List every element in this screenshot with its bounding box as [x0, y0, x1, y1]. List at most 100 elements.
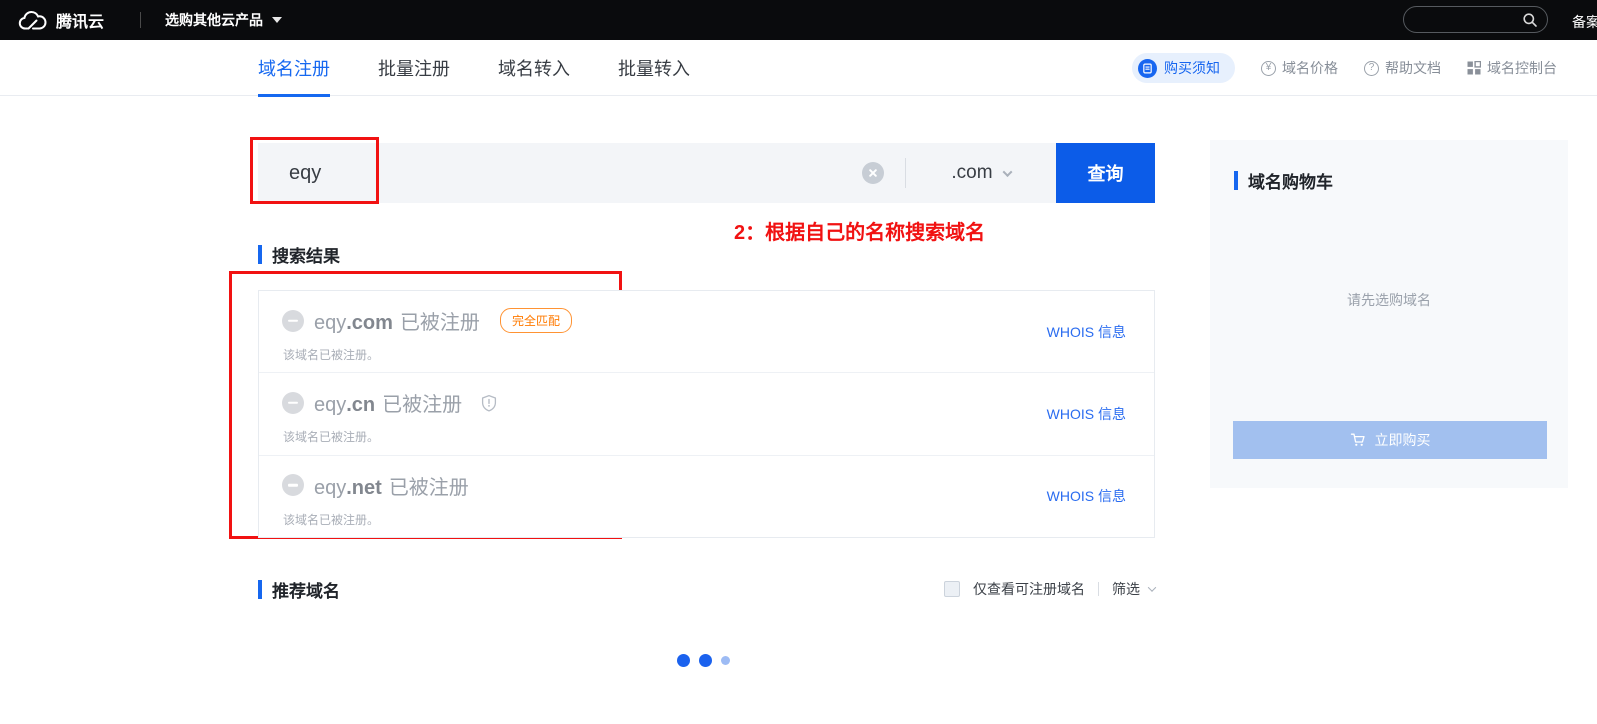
title-accent-bar	[1234, 171, 1238, 190]
brand-logo[interactable]: 腾讯云	[18, 8, 104, 32]
topbar-search[interactable]	[1403, 6, 1548, 33]
tab-domain-register[interactable]: 域名注册	[258, 40, 330, 96]
domain-name: eqy	[314, 312, 346, 334]
domain-search-input[interactable]	[258, 143, 862, 203]
loading-dot	[699, 654, 712, 667]
recommend-title-text: 推荐域名	[272, 577, 340, 602]
registrable-only-label: 仅查看可注册域名	[973, 579, 1085, 599]
domain-console-link[interactable]: 域名控制台	[1467, 58, 1557, 78]
whois-link[interactable]: WHOIS 信息	[1047, 404, 1126, 424]
question-circle-icon: ?	[1364, 61, 1379, 76]
document-icon	[1138, 59, 1157, 78]
topbar-divider	[140, 12, 141, 28]
loading-dot	[721, 656, 730, 665]
exact-match-badge: 完全匹配	[500, 308, 572, 333]
shield-info-icon	[480, 394, 498, 412]
cart-title: 域名购物车	[1234, 168, 1333, 193]
filter-divider	[1098, 582, 1099, 596]
domain-price-link[interactable]: ¥ 域名价格	[1261, 58, 1338, 78]
chevron-down-icon	[1148, 583, 1156, 591]
grid-icon	[1467, 61, 1481, 75]
registrable-only-checkbox[interactable]	[944, 581, 960, 597]
domain-title: eqy.com 已被注册	[314, 306, 480, 335]
domain-name: eqy	[314, 394, 346, 416]
domain-tld: .cn	[346, 394, 375, 416]
loading-indicator	[677, 654, 730, 667]
registered-minus-icon	[282, 392, 304, 414]
recommend-filter-row: 仅查看可注册域名 筛选	[944, 579, 1155, 599]
result-row-title: eqy.cn 已被注册	[282, 388, 1154, 417]
cart-empty-text: 请先选购域名	[1210, 290, 1568, 310]
subnav: 域名注册 批量注册 域名转入 批量转入 购买须知	[0, 40, 1597, 96]
result-row-eqy-com: eqy.com 已被注册 完全匹配 该域名已被注册。 WHOIS 信息	[259, 291, 1154, 372]
cart-icon	[1350, 432, 1366, 448]
registered-minus-icon	[282, 310, 304, 332]
result-row-eqy-net: eqy.net 已被注册 该域名已被注册。 WHOIS 信息	[259, 455, 1154, 537]
tabs: 域名注册 批量注册 域名转入 批量转入	[258, 40, 690, 96]
clear-input-icon[interactable]	[862, 162, 884, 184]
tencent-cloud-logo-icon	[18, 10, 48, 31]
result-note: 该域名已被注册。	[283, 511, 1154, 528]
tab-label: 批量转入	[618, 55, 690, 81]
products-menu[interactable]: 选购其他云产品	[165, 10, 282, 30]
domain-title: eqy.cn 已被注册	[314, 388, 462, 417]
title-accent-bar	[258, 245, 262, 264]
tld-selected-value: .com	[951, 162, 992, 184]
domain-price-label: 域名价格	[1282, 58, 1338, 78]
registered-minus-icon	[282, 474, 304, 496]
active-tab-underline	[258, 94, 330, 97]
buy-now-button[interactable]: 立即购买	[1233, 421, 1547, 459]
domain-cart-panel: 域名购物车 请先选购域名 立即购买	[1210, 140, 1568, 488]
recommend-title: 推荐域名	[258, 577, 340, 602]
tld-select[interactable]: .com	[906, 143, 1056, 203]
domain-status: 已被注册	[389, 477, 469, 499]
nav-links: 购买须知 ¥ 域名价格 ? 帮助文档 域名控制台	[1132, 40, 1557, 96]
buy-notice-link[interactable]: 购买须知	[1132, 53, 1235, 83]
chevron-down-icon	[1002, 167, 1012, 177]
result-note: 该域名已被注册。	[283, 428, 1154, 445]
page: 腾讯云 选购其他云产品 备案 域名注册 批量注册 域名转入	[0, 0, 1597, 724]
tab-batch-register[interactable]: 批量注册	[378, 40, 450, 96]
help-docs-label: 帮助文档	[1385, 58, 1441, 78]
domain-name: eqy	[314, 477, 346, 499]
result-note: 该域名已被注册。	[283, 346, 1154, 363]
title-accent-bar	[258, 580, 262, 599]
whois-link[interactable]: WHOIS 信息	[1047, 322, 1126, 342]
annotation-step2-text: 2：根据自己的名称搜索域名	[734, 216, 985, 245]
domain-status: 已被注册	[400, 312, 480, 334]
topbar: 腾讯云 选购其他云产品 备案	[0, 0, 1597, 40]
tab-label: 批量注册	[378, 55, 450, 81]
topbar-search-input[interactable]	[1404, 12, 1522, 27]
whois-link[interactable]: WHOIS 信息	[1047, 486, 1126, 506]
search-results-card: eqy.com已被注册 完全匹配 该域名已被注册。 WHOIS 信息 eqy.c…	[258, 290, 1155, 538]
result-row-title: eqy.net 已被注册	[282, 471, 1154, 500]
tab-domain-transfer-in[interactable]: 域名转入	[498, 40, 570, 96]
filter-dropdown-label: 筛选	[1112, 579, 1140, 599]
result-row-title: eqy.com 已被注册 完全匹配	[282, 306, 1154, 335]
domain-status: 已被注册	[382, 394, 462, 416]
caret-down-icon	[272, 17, 282, 23]
help-docs-link[interactable]: ? 帮助文档	[1364, 58, 1441, 78]
domain-title: eqy.net 已被注册	[314, 471, 469, 500]
tab-label: 域名注册	[258, 55, 330, 81]
tab-batch-transfer-in[interactable]: 批量转入	[618, 40, 690, 96]
buy-notice-label: 购买须知	[1164, 58, 1220, 78]
beian-link[interactable]: 备案	[1572, 12, 1597, 32]
query-button[interactable]: 查询	[1056, 143, 1155, 203]
domain-search-field: .com	[258, 143, 1056, 203]
result-row-eqy-cn: eqy.cn 已被注册 该域名已被注册。 WHOIS 信息	[259, 372, 1154, 454]
cart-title-text: 域名购物车	[1248, 168, 1333, 193]
search-results-title: 搜索结果	[258, 242, 340, 267]
yen-circle-icon: ¥	[1261, 61, 1276, 76]
loading-dot	[677, 654, 690, 667]
products-menu-label: 选购其他云产品	[165, 10, 263, 30]
buy-now-label: 立即购买	[1375, 430, 1431, 450]
domain-console-label: 域名控制台	[1487, 58, 1557, 78]
domain-tld: .net	[346, 477, 382, 499]
filter-dropdown[interactable]: 筛选	[1112, 579, 1155, 599]
domain-tld: .com	[346, 312, 393, 334]
search-icon	[1522, 12, 1538, 28]
brand-name: 腾讯云	[56, 8, 104, 32]
search-results-title-text: 搜索结果	[272, 242, 340, 267]
tab-label: 域名转入	[498, 55, 570, 81]
